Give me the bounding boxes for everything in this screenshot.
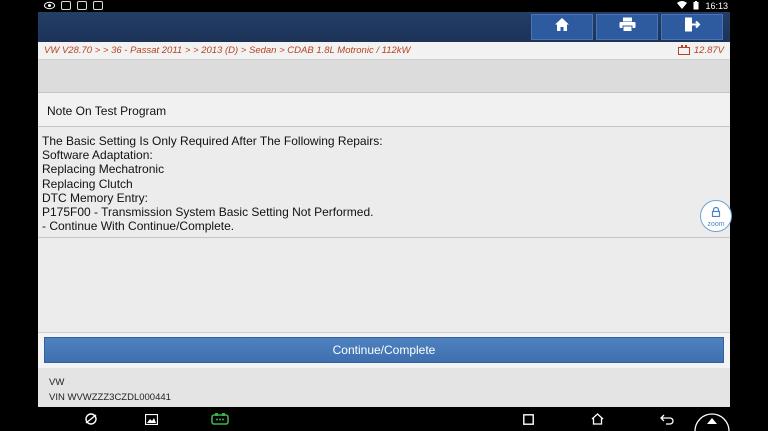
divider bbox=[38, 237, 730, 238]
browser-button[interactable] bbox=[82, 411, 100, 427]
gallery-icon bbox=[144, 413, 158, 425]
zoom-button[interactable]: zoom bbox=[700, 200, 732, 232]
vehicle-make: VW bbox=[49, 377, 65, 388]
diagnostic-app: VW V28.70 > > 36 - Passat 2011 > > 2013 … bbox=[38, 12, 732, 407]
car-battery-icon bbox=[677, 45, 690, 55]
home-nav-button[interactable] bbox=[588, 411, 606, 427]
orbit-icon bbox=[85, 413, 97, 425]
expand-button[interactable] bbox=[694, 407, 730, 431]
eye-icon bbox=[44, 1, 55, 12]
back-button[interactable] bbox=[658, 411, 676, 427]
car-icon bbox=[77, 1, 87, 10]
image-icon bbox=[61, 1, 71, 10]
dialog-title-row: Note On Test Program bbox=[38, 92, 730, 127]
dialog-message: The Basic Setting Is Only Required After… bbox=[42, 134, 722, 240]
vehicle-info: VW VIN WVWZZZ3CZDL000441 bbox=[38, 368, 730, 407]
voltage-value: 12.87V bbox=[693, 45, 724, 56]
continue-complete-button[interactable]: Continue/Complete bbox=[44, 337, 724, 363]
lock-icon bbox=[711, 204, 721, 222]
message-line: Software Adaptation: bbox=[42, 148, 153, 163]
home-icon bbox=[554, 17, 570, 37]
gallery-button[interactable] bbox=[142, 411, 160, 427]
message-line: The Basic Setting Is Only Required After… bbox=[42, 134, 383, 148]
home-button[interactable] bbox=[531, 14, 593, 40]
dialog-title: Note On Test Program bbox=[47, 104, 167, 118]
navigation-bar bbox=[0, 407, 768, 431]
print-button[interactable] bbox=[596, 14, 658, 40]
breadcrumb: VW V28.70 > > 36 - Passat 2011 > > 2013 … bbox=[38, 42, 730, 60]
toolbar bbox=[38, 12, 730, 42]
action-bar: Continue/Complete bbox=[38, 332, 730, 368]
wifi-icon bbox=[677, 1, 688, 11]
exit-icon bbox=[684, 17, 701, 37]
message-line: - Continue With Continue/Complete. bbox=[42, 219, 235, 234]
message-line: DTC Memory Entry: bbox=[42, 190, 149, 205]
clock: 16:13 bbox=[705, 1, 728, 11]
status-bar: 16:13 bbox=[0, 0, 768, 12]
vci-connector-button[interactable] bbox=[211, 411, 229, 427]
message-line: P175F00 - Transmission System Basic Sett… bbox=[42, 205, 374, 220]
print-icon bbox=[619, 17, 636, 37]
message-line: Replacing Clutch bbox=[42, 176, 133, 191]
home-outline-icon bbox=[591, 413, 603, 425]
recent-apps-button[interactable] bbox=[519, 411, 537, 427]
expand-up-icon bbox=[694, 413, 730, 431]
back-icon bbox=[660, 414, 674, 425]
exit-icon bbox=[93, 1, 103, 10]
connector-icon bbox=[211, 413, 229, 425]
voltage-indicator: 12.87V bbox=[677, 42, 724, 60]
message-panel: Note On Test Program The Basic Setting I… bbox=[38, 92, 730, 344]
square-icon bbox=[522, 413, 534, 425]
message-line: Replacing Mechatronic bbox=[42, 162, 165, 177]
exit-button[interactable] bbox=[661, 14, 723, 40]
vehicle-vin: VIN WVWZZZ3CZDL000441 bbox=[49, 392, 171, 403]
breadcrumb-path: VW V28.70 > > 36 - Passat 2011 > > 2013 … bbox=[44, 45, 411, 56]
battery-icon bbox=[693, 0, 699, 12]
header-spacer bbox=[38, 60, 730, 94]
zoom-label: zoom bbox=[707, 221, 725, 228]
